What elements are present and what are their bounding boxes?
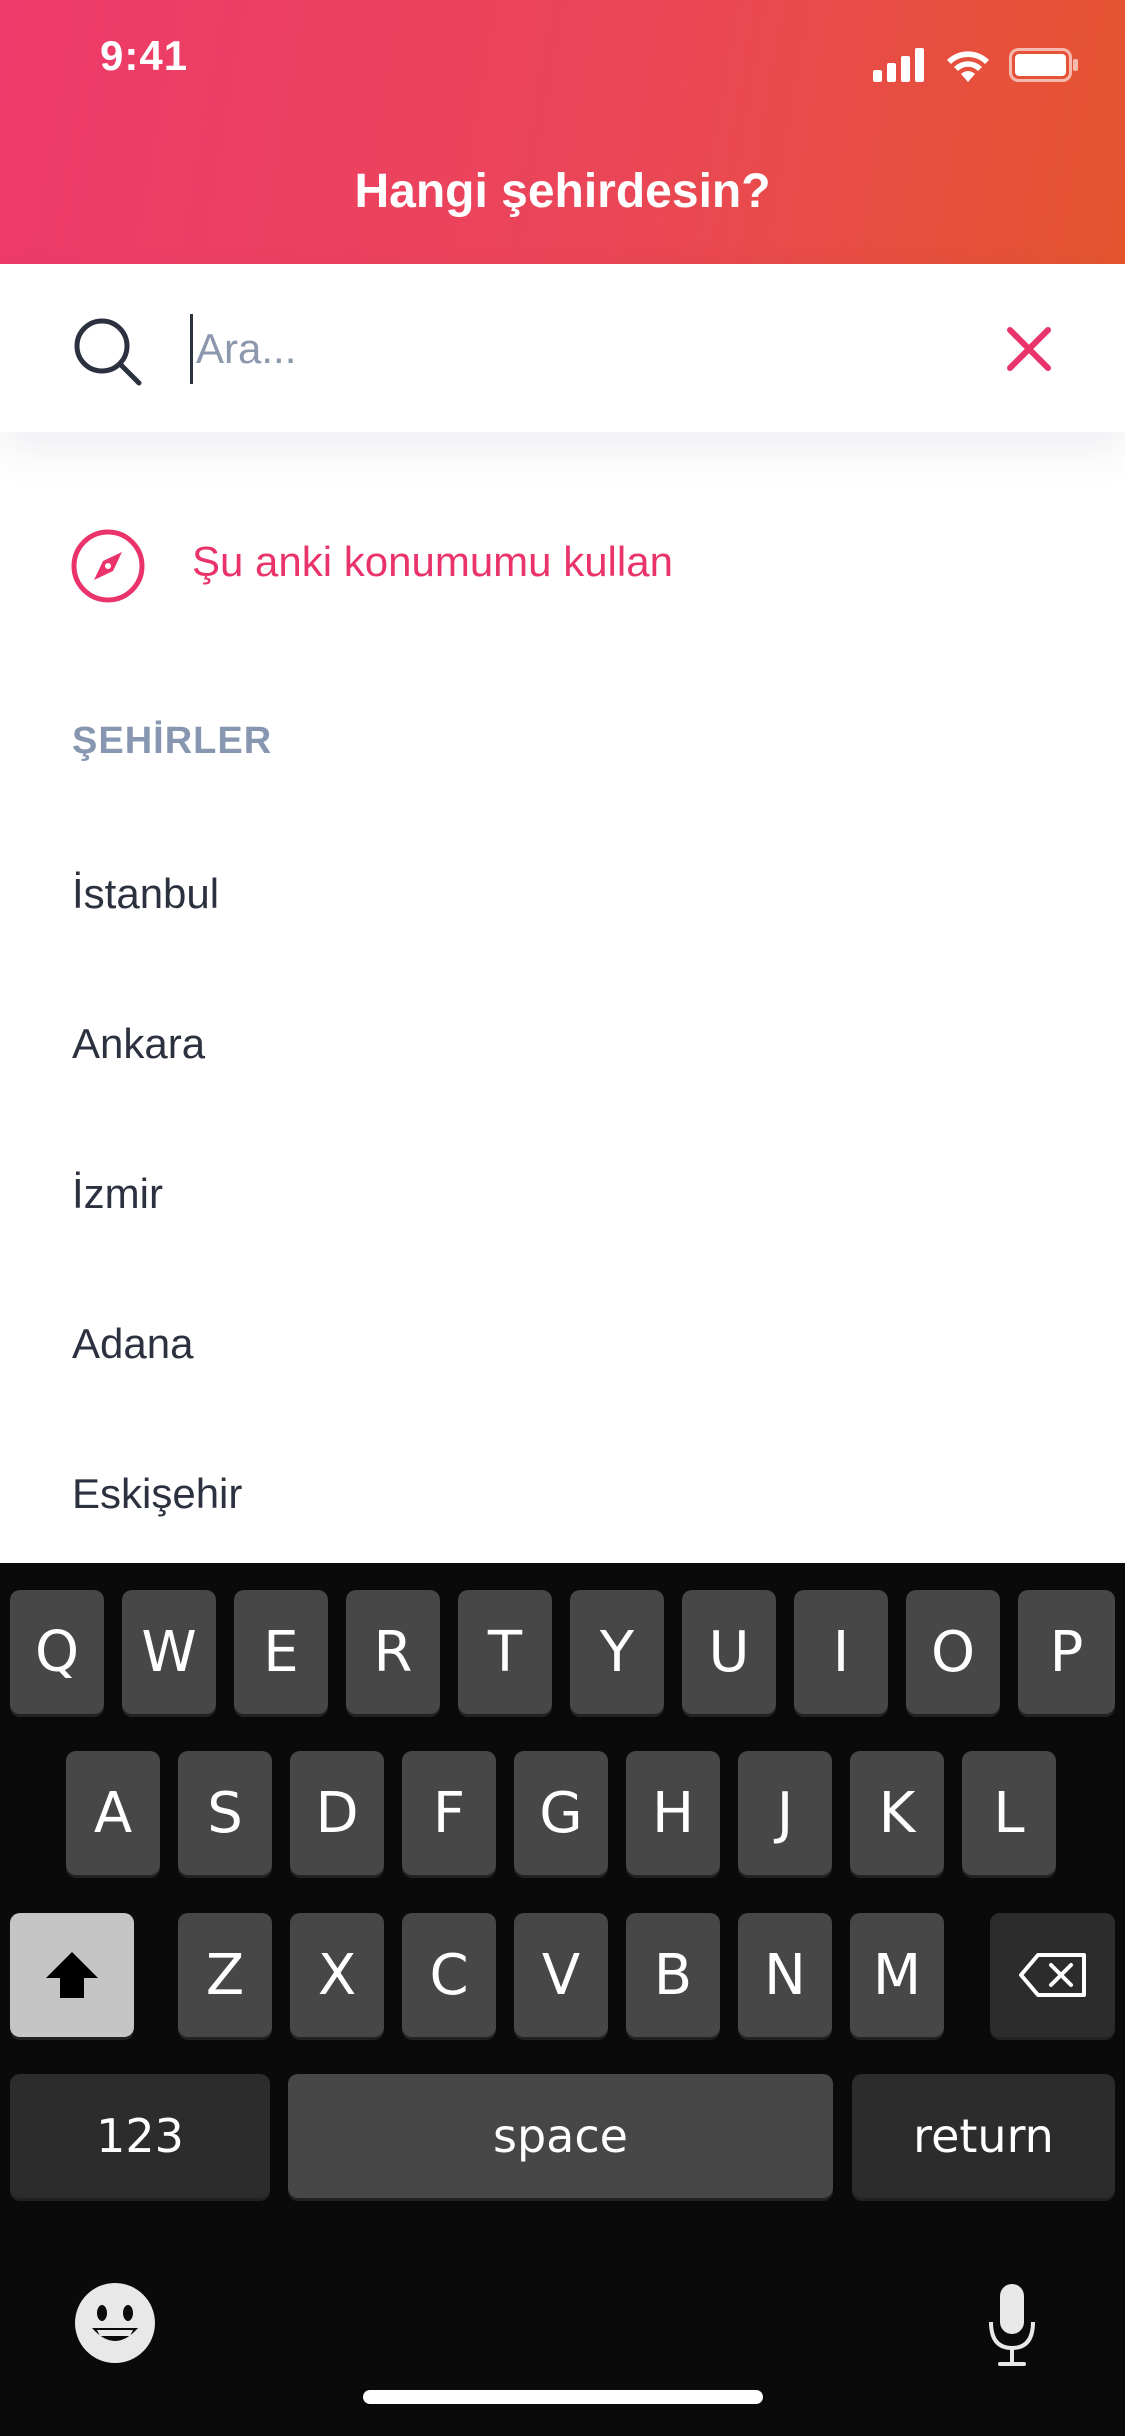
text-caret xyxy=(190,314,193,384)
delete-key[interactable] xyxy=(990,1913,1115,2037)
key-j[interactable]: J xyxy=(738,1751,832,1875)
compass-icon xyxy=(71,529,145,603)
key-z[interactable]: Z xyxy=(178,1913,272,2037)
home-indicator[interactable] xyxy=(363,2390,763,2404)
header: 9:41 Hangi şehirdesin? xyxy=(0,0,1125,264)
key-s[interactable]: S xyxy=(178,1751,272,1875)
key-k[interactable]: K xyxy=(850,1751,944,1875)
keyboard: Q W E R T Y U I O P A S D F G H J K L Z … xyxy=(0,1563,1125,2436)
key-o[interactable]: O xyxy=(906,1590,1000,1714)
key-m[interactable]: M xyxy=(850,1913,944,2037)
key-d[interactable]: D xyxy=(290,1751,384,1875)
key-l[interactable]: L xyxy=(962,1751,1056,1875)
key-n[interactable]: N xyxy=(738,1913,832,2037)
clear-icon[interactable] xyxy=(998,318,1060,380)
key-t[interactable]: T xyxy=(458,1590,552,1714)
page-title: Hangi şehirdesin? xyxy=(354,165,771,218)
city-item[interactable]: İzmir xyxy=(0,1140,1125,1290)
wifi-icon xyxy=(947,51,989,82)
key-g[interactable]: G xyxy=(514,1751,608,1875)
key-e[interactable]: E xyxy=(234,1590,328,1714)
key-r[interactable]: R xyxy=(346,1590,440,1714)
city-item[interactable]: İstanbul xyxy=(0,840,1125,990)
cities-section-title: ŞEHİRLER xyxy=(72,720,273,762)
key-b[interactable]: B xyxy=(626,1913,720,2037)
microphone-icon[interactable] xyxy=(986,2282,1038,2368)
key-q[interactable]: Q xyxy=(10,1590,104,1714)
status-icons xyxy=(873,48,1079,82)
key-i[interactable]: I xyxy=(794,1590,888,1714)
use-current-location-label: Şu anki konumumu kullan xyxy=(192,538,673,585)
key-x[interactable]: X xyxy=(290,1913,384,2037)
signal-icon xyxy=(873,48,924,82)
key-u[interactable]: U xyxy=(682,1590,776,1714)
search-input[interactable] xyxy=(196,306,976,392)
key-v[interactable]: V xyxy=(514,1913,608,2037)
key-w[interactable]: W xyxy=(122,1590,216,1714)
shift-key[interactable] xyxy=(10,1913,134,2037)
key-c[interactable]: C xyxy=(402,1913,496,2037)
backspace-icon xyxy=(1018,1953,1086,1997)
space-key[interactable]: space xyxy=(288,2074,833,2198)
key-y[interactable]: Y xyxy=(570,1590,664,1714)
screen: 9:41 Hangi şehirdesin? Ara... Şu anki ko… xyxy=(0,0,1125,2436)
search-bar xyxy=(0,264,1125,432)
use-current-location-button[interactable]: Şu anki konumumu kullan xyxy=(0,510,1125,620)
key-a[interactable]: A xyxy=(66,1751,160,1875)
city-list: İstanbul Ankara İzmir Adana Eskişehir xyxy=(0,840,1125,1590)
numbers-key[interactable]: 123 xyxy=(10,2074,270,2198)
status-time: 9:41 xyxy=(100,32,189,79)
key-h[interactable]: H xyxy=(626,1751,720,1875)
key-p[interactable]: P xyxy=(1018,1590,1115,1714)
search-icon xyxy=(74,318,142,386)
battery-icon xyxy=(1009,48,1078,82)
return-key[interactable]: return xyxy=(852,2074,1115,2198)
key-f[interactable]: F xyxy=(402,1751,496,1875)
city-item[interactable]: Adana xyxy=(0,1290,1125,1440)
shift-icon xyxy=(46,1952,98,1998)
city-item[interactable]: Ankara xyxy=(0,990,1125,1140)
emoji-icon[interactable] xyxy=(72,2280,158,2366)
